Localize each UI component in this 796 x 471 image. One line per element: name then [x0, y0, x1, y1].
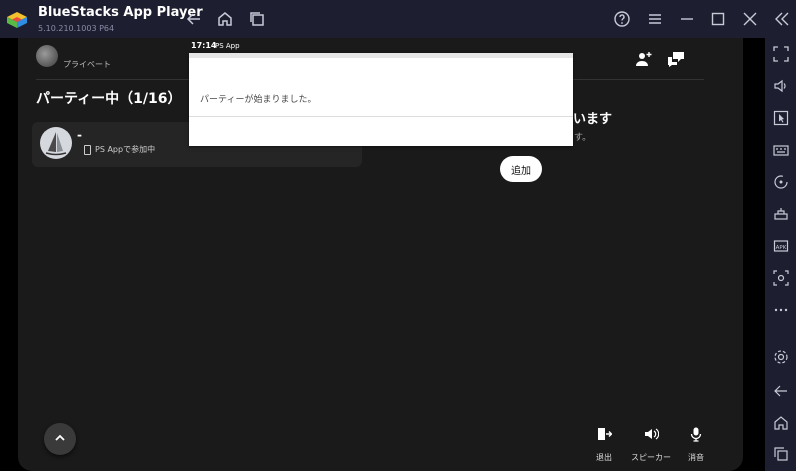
screenshot-icon[interactable]	[773, 270, 789, 286]
settings-gear-icon[interactable]	[773, 349, 789, 365]
apk-install-icon[interactable]: APK	[773, 238, 789, 254]
volume-icon[interactable]	[773, 78, 789, 94]
title-bar: BlueStacks App Player 5.10.210.1003 P64	[0, 0, 796, 38]
leave-icon	[596, 426, 612, 442]
privacy-label: プライベート	[63, 60, 111, 69]
member-status: PS Appで参加中	[84, 144, 155, 155]
member-name: -	[77, 128, 82, 142]
right-sidebar: APK	[765, 38, 796, 471]
keyboard-icon[interactable]	[773, 142, 789, 158]
add-button[interactable]: 追加	[500, 156, 542, 182]
status-bar-app: PS App	[215, 42, 240, 50]
invite-heading: います	[573, 112, 613, 127]
minimize-icon[interactable]	[677, 9, 697, 29]
sidebar-back-icon[interactable]	[773, 383, 789, 399]
more-options-icon[interactable]	[773, 302, 789, 318]
svg-text:APK: APK	[776, 245, 787, 251]
status-bar-time: 17:14	[191, 41, 217, 50]
help-icon[interactable]	[612, 9, 632, 29]
mute-label: 消音	[688, 453, 704, 462]
app-version: 5.10.210.1003 P64	[38, 24, 115, 33]
home-icon[interactable]	[215, 9, 235, 29]
fullscreen-icon[interactable]	[773, 46, 789, 62]
notification-toast[interactable]: パーティーが始まりました。	[189, 53, 573, 146]
add-user-icon[interactable]	[634, 50, 654, 68]
recent-apps-icon[interactable]	[247, 9, 267, 29]
member-avatar	[40, 127, 72, 159]
leave-label: 退出	[596, 453, 612, 462]
speaker-label: スピーカー	[631, 453, 671, 462]
toast-divider	[189, 116, 573, 117]
collapse-sidebar-icon[interactable]	[772, 9, 792, 29]
speaker-control[interactable]: スピーカー	[631, 426, 671, 463]
bluestacks-logo-icon	[6, 10, 28, 30]
back-arrow-icon[interactable]	[184, 9, 204, 29]
mute-control[interactable]: 消音	[688, 426, 704, 463]
app-title: BlueStacks App Player	[38, 5, 203, 20]
speaker-icon	[631, 426, 671, 442]
sidebar-home-icon[interactable]	[773, 415, 789, 431]
macro-icon[interactable]	[773, 206, 789, 222]
menu-icon[interactable]	[645, 9, 665, 29]
maximize-icon[interactable]	[708, 9, 728, 29]
rotate-icon[interactable]	[773, 174, 789, 190]
party-title: パーティー中（1/16）	[36, 91, 182, 107]
close-icon[interactable]	[740, 9, 760, 29]
party-avatar[interactable]	[36, 45, 58, 67]
chat-icon[interactable]	[666, 50, 686, 68]
sidebar-recent-apps-icon[interactable]	[773, 446, 789, 462]
notification-message: パーティーが始まりました。	[200, 95, 317, 105]
microphone-icon	[688, 426, 704, 442]
smartphone-icon	[84, 144, 91, 155]
android-screen: プライベート パーティー中（1/16） - PS Appで参加中 います す。 …	[0, 38, 765, 471]
chevron-up-icon	[53, 431, 67, 448]
leave-control[interactable]: 退出	[596, 426, 612, 463]
toast-topbar	[189, 53, 573, 58]
member-status-text: PS Appで参加中	[95, 145, 156, 154]
pointer-icon[interactable]	[773, 110, 789, 126]
scroll-up-button[interactable]	[44, 423, 76, 455]
invite-subtext: す。	[574, 133, 592, 143]
